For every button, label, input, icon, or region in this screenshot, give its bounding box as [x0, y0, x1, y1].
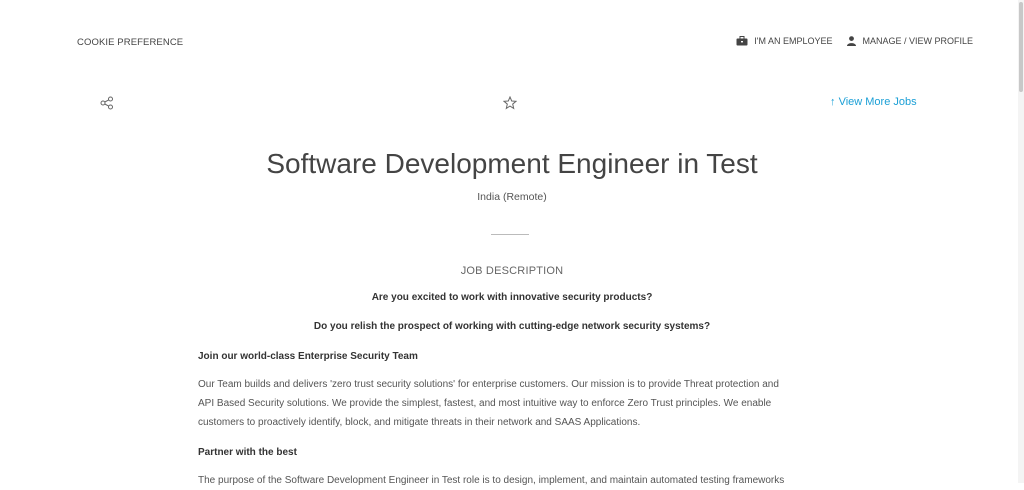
employee-link-label: I'M AN EMPLOYEE [754, 36, 833, 46]
top-links: I'M AN EMPLOYEE MANAGE / VIEW PROFILE [736, 36, 973, 46]
briefcase-icon [736, 36, 748, 46]
share-icon[interactable] [100, 96, 114, 115]
job-location: India (Remote) [477, 191, 547, 203]
scrollbar[interactable] [1018, 0, 1024, 483]
cookie-preference-link[interactable]: COOKIE PREFERENCE [77, 37, 183, 48]
description-question-2: Do you relish the prospect of working wi… [313, 321, 711, 332]
section-heading-partner: Partner with the best [198, 447, 297, 458]
team-paragraph-line-3: customers to proactively identify, block… [198, 417, 641, 428]
team-paragraph-line-1: Our Team builds and delivers 'zero trust… [198, 379, 779, 390]
arrow-up-icon: ↑ [830, 96, 836, 108]
job-actions-row: ↑ View More Jobs [0, 92, 1024, 116]
partner-paragraph-line-1: The purpose of the Software Development … [198, 475, 785, 486]
profile-link[interactable]: MANAGE / VIEW PROFILE [847, 36, 973, 46]
profile-link-label: MANAGE / VIEW PROFILE [862, 36, 973, 46]
team-paragraph: Our Team builds and delivers 'zero trust… [198, 375, 838, 432]
team-paragraph-line-2: API Based Security solutions. We provide… [198, 398, 772, 409]
star-icon[interactable] [502, 95, 518, 115]
employee-link[interactable]: I'M AN EMPLOYEE [736, 36, 832, 46]
divider [491, 234, 529, 235]
job-title: Software Development Engineer in Test [266, 148, 758, 179]
user-icon [847, 36, 857, 46]
top-bar: COOKIE PREFERENCE I'M AN EMPLOYEE MANAGE… [0, 0, 1024, 84]
description-question-1: Are you excited to work with innovative … [371, 292, 653, 303]
partner-paragraph: The purpose of the Software Development … [198, 471, 838, 490]
scrollbar-thumb[interactable] [1019, 2, 1023, 92]
section-heading-team: Join our world-class Enterprise Security… [198, 351, 418, 362]
job-description-heading: JOB DESCRIPTION [460, 265, 564, 277]
view-more-jobs-label: View More Jobs [838, 96, 917, 108]
view-more-jobs-link[interactable]: ↑ View More Jobs [830, 96, 917, 108]
